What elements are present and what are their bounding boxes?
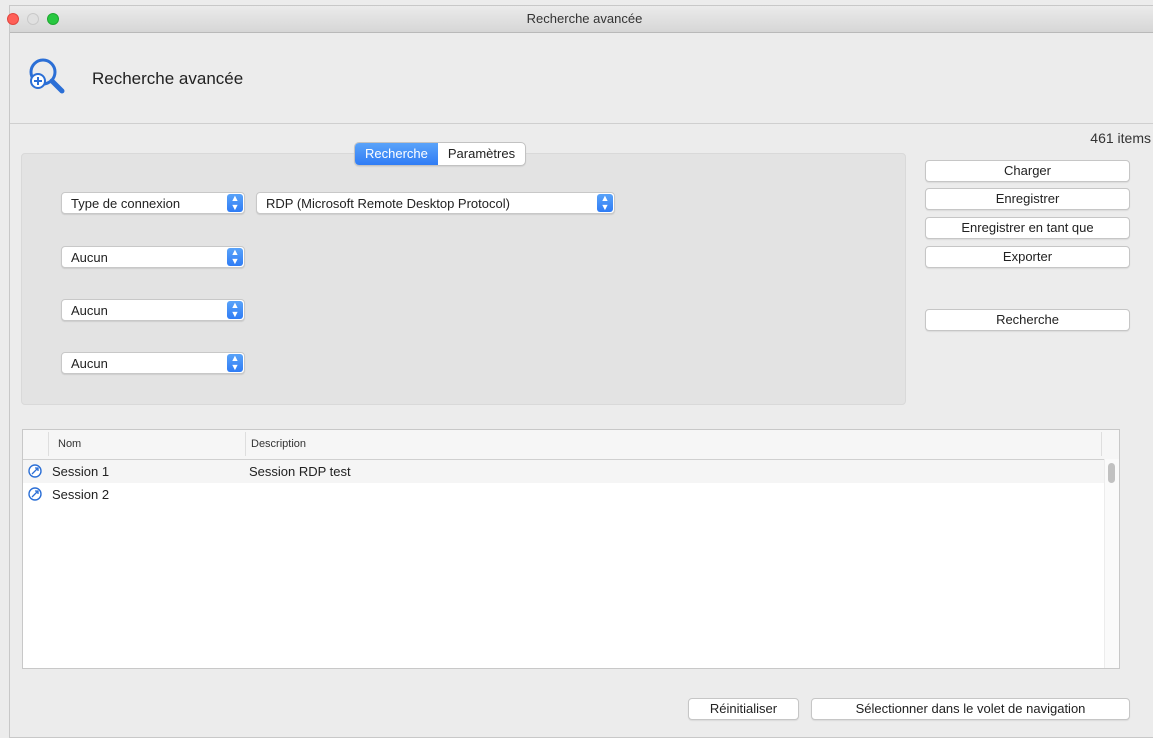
criterion-field-select-3[interactable]: Aucun ▲ ▼ <box>61 299 245 321</box>
column-divider <box>48 432 49 456</box>
title-bar: Recherche avancée <box>7 6 1153 33</box>
tab-recherche[interactable]: Recherche <box>355 143 438 165</box>
criterion-field-label-3: Aucun <box>71 303 108 318</box>
charger-button[interactable]: Charger <box>925 160 1130 182</box>
enregistrer-sous-button[interactable]: Enregistrer en tant que <box>925 217 1130 239</box>
session-name: Session 1 <box>52 464 110 479</box>
popup-arrows-icon: ▲ ▼ <box>227 354 243 372</box>
popup-arrows-icon: ▲ ▼ <box>597 194 613 212</box>
item-count: 461 items <box>1090 130 1151 146</box>
rdp-session-icon <box>28 487 42 501</box>
tab-parametres[interactable]: Paramètres <box>438 143 525 165</box>
column-divider <box>1101 432 1102 456</box>
column-header-nom[interactable]: Nom <box>58 438 81 450</box>
session-description: Session RDP test <box>249 464 351 479</box>
column-header-description[interactable]: Description <box>251 438 306 450</box>
criterion-field-select-4[interactable]: Aucun ▲ ▼ <box>61 352 245 374</box>
window-title: Recherche avancée <box>526 11 643 26</box>
table-header: Nom Description <box>23 430 1119 460</box>
table-row[interactable]: Session 1 Session RDP test <box>23 460 1105 483</box>
results-table: Nom Description Session 1 Session RDP te… <box>22 429 1120 669</box>
criterion-field-select-2[interactable]: Aucun ▲ ▼ <box>61 246 245 268</box>
criterion-value-select-1[interactable]: RDP (Microsoft Remote Desktop Protocol) … <box>256 192 615 214</box>
recherche-button[interactable]: Recherche <box>925 309 1130 331</box>
table-scrollbar[interactable] <box>1104 459 1119 668</box>
criterion-field-label-2: Aucun <box>71 250 108 265</box>
session-name: Session 2 <box>52 487 110 502</box>
criterion-field-label-1: Type de connexion <box>71 196 181 211</box>
criterion-field-label-4: Aucun <box>71 356 108 371</box>
column-divider <box>245 432 246 456</box>
reinitialiser-button[interactable]: Réinitialiser <box>688 698 799 720</box>
dialog-title: Recherche avancée <box>92 69 244 88</box>
popup-arrows-icon: ▲ ▼ <box>227 301 243 319</box>
search-plus-icon <box>29 58 65 94</box>
popup-arrows-icon: ▲ ▼ <box>227 194 243 212</box>
select-in-navigation-button[interactable]: Sélectionner dans le volet de navigation <box>811 698 1130 720</box>
scrollbar-thumb[interactable] <box>1108 463 1115 483</box>
criterion-value-label-1: RDP (Microsoft Remote Desktop Protocol) <box>266 196 510 211</box>
rdp-session-icon <box>28 464 42 478</box>
enregistrer-button[interactable]: Enregistrer <box>925 188 1130 210</box>
search-tabs: Recherche Paramètres <box>354 142 527 166</box>
popup-arrows-icon: ▲ ▼ <box>227 248 243 266</box>
exporter-button[interactable]: Exporter <box>925 246 1130 268</box>
criterion-field-select-1[interactable]: Type de connexion ▲ ▼ <box>61 192 245 214</box>
table-row[interactable]: Session 2 <box>23 483 1105 506</box>
dialog-header: Recherche avancée <box>10 33 1153 124</box>
